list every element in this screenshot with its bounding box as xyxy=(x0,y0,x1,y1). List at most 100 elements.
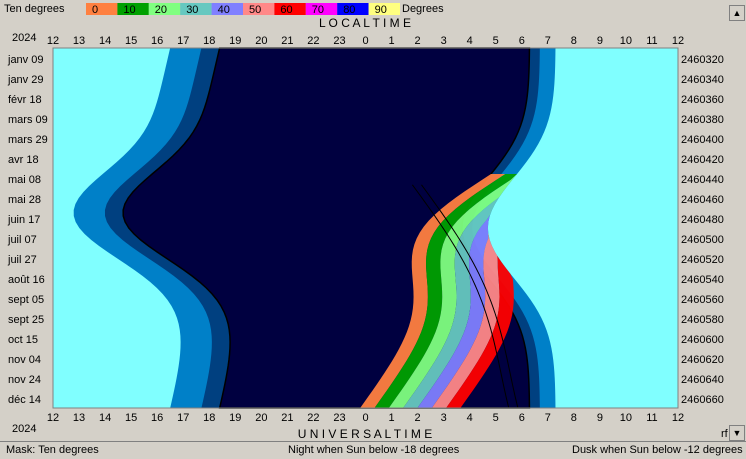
local-time-title: L O C A L T I M E xyxy=(319,16,411,30)
y-tick-date: juin 17 xyxy=(7,214,40,226)
y-tick-jd: 2460500 xyxy=(681,234,724,246)
y-tick-date: janv 09 xyxy=(7,54,43,66)
status-night: Night when Sun below -18 degrees xyxy=(288,444,460,456)
x-tick-top: 10 xyxy=(620,35,632,47)
x-tick-top: 6 xyxy=(519,35,525,47)
x-tick-bottom: 12 xyxy=(672,412,684,424)
x-tick-top: 5 xyxy=(493,35,499,47)
legend-value: 40 xyxy=(218,4,230,16)
y-tick-jd: 2460580 xyxy=(681,314,724,326)
x-tick-bottom: 14 xyxy=(99,412,111,424)
y-tick-date: mars 09 xyxy=(8,114,48,126)
y-tick-jd: 2460560 xyxy=(681,294,724,306)
y-tick-jd: 2460640 xyxy=(681,374,724,386)
legend-value: 30 xyxy=(186,4,198,16)
x-tick-bottom: 18 xyxy=(203,412,215,424)
x-tick-top: 20 xyxy=(255,35,267,47)
x-tick-top: 1 xyxy=(388,35,394,47)
y-tick-jd: 2460360 xyxy=(681,94,724,106)
x-tick-top: 11 xyxy=(646,35,657,47)
x-tick-top: 7 xyxy=(545,35,551,47)
x-tick-top: 21 xyxy=(281,35,293,47)
legend-value: 80 xyxy=(343,4,355,16)
y-tick-jd: 2460320 xyxy=(681,54,724,66)
x-tick-bottom: 15 xyxy=(125,412,137,424)
x-tick-bottom: 13 xyxy=(73,412,85,424)
status-dusk: Dusk when Sun below -12 degrees xyxy=(572,444,743,456)
y-tick-date: sept 25 xyxy=(8,314,44,326)
legend-unit: Degrees xyxy=(402,3,444,15)
y-tick-date: mai 08 xyxy=(8,174,41,186)
legend-value: 20 xyxy=(155,4,167,16)
x-tick-bottom: 3 xyxy=(441,412,447,424)
status-bar: Mask: Ten degrees Night when Sun below -… xyxy=(0,441,746,459)
x-tick-bottom: 12 xyxy=(47,412,59,424)
y-tick-jd: 2460540 xyxy=(681,274,724,286)
x-tick-bottom: 9 xyxy=(597,412,603,424)
y-tick-jd: 2460440 xyxy=(681,174,724,186)
legend-title: Ten degrees xyxy=(4,3,65,15)
night-sky-chart: 0 10 20 30 40 50 60 70 80 90L O C A L T I M EU N … xyxy=(0,3,730,441)
legend-value: 90 xyxy=(375,4,387,16)
x-tick-bottom: 11 xyxy=(646,412,657,424)
x-tick-top: 14 xyxy=(99,35,111,47)
y-tick-jd: 2460600 xyxy=(681,334,724,346)
y-tick-jd: 2460520 xyxy=(681,254,724,266)
y-tick-date: nov 24 xyxy=(8,374,41,386)
y-tick-jd: 2460380 xyxy=(681,114,724,126)
y-tick-jd: 2460340 xyxy=(681,74,724,86)
x-tick-top: 23 xyxy=(333,35,345,47)
scroll-down-button[interactable]: ▼ xyxy=(729,425,745,441)
x-tick-top: 17 xyxy=(177,35,189,47)
x-tick-bottom: 6 xyxy=(519,412,525,424)
y-tick-date: oct 15 xyxy=(8,334,38,346)
x-tick-top: 3 xyxy=(441,35,447,47)
y-tick-date: juil 07 xyxy=(7,234,37,246)
legend-value: 50 xyxy=(249,4,261,16)
legend-value: 70 xyxy=(312,4,324,16)
x-tick-top: 4 xyxy=(467,35,473,47)
year-label-bottom: 2024 xyxy=(12,423,36,435)
x-tick-bottom: 22 xyxy=(307,412,319,424)
y-tick-date: févr 18 xyxy=(8,94,42,106)
y-tick-date: sept 05 xyxy=(8,294,44,306)
year-label-top: 2024 xyxy=(12,32,36,44)
y-tick-date: juil 27 xyxy=(7,254,37,266)
x-tick-top: 16 xyxy=(151,35,163,47)
x-tick-top: 22 xyxy=(307,35,319,47)
y-tick-date: janv 29 xyxy=(7,74,43,86)
x-tick-top: 13 xyxy=(73,35,85,47)
x-tick-top: 8 xyxy=(571,35,577,47)
y-tick-jd: 2460420 xyxy=(681,154,724,166)
x-tick-top: 15 xyxy=(125,35,137,47)
x-tick-top: 18 xyxy=(203,35,215,47)
y-tick-jd: 2460620 xyxy=(681,354,724,366)
x-tick-bottom: 5 xyxy=(493,412,499,424)
y-tick-date: mars 29 xyxy=(8,134,48,146)
x-tick-bottom: 8 xyxy=(571,412,577,424)
x-tick-bottom: 16 xyxy=(151,412,163,424)
x-tick-bottom: 23 xyxy=(333,412,345,424)
x-tick-top: 19 xyxy=(229,35,241,47)
x-tick-top: 12 xyxy=(47,35,59,47)
x-tick-top: 2 xyxy=(415,35,421,47)
y-tick-jd: 2460400 xyxy=(681,134,724,146)
x-tick-top: 9 xyxy=(597,35,603,47)
status-mask: Mask: Ten degrees xyxy=(6,444,99,456)
corner-label: rf xyxy=(721,428,728,440)
legend-swatch xyxy=(86,3,118,15)
legend-value: 0 xyxy=(92,4,98,16)
x-tick-bottom: 7 xyxy=(545,412,551,424)
y-tick-jd: 2460480 xyxy=(681,214,724,226)
scroll-up-button[interactable]: ▲ xyxy=(729,5,745,21)
x-tick-bottom: 20 xyxy=(255,412,267,424)
y-tick-date: mai 28 xyxy=(8,194,41,206)
x-tick-top: 12 xyxy=(672,35,684,47)
x-tick-bottom: 2 xyxy=(415,412,421,424)
x-tick-top: 0 xyxy=(362,35,368,47)
y-tick-date: nov 04 xyxy=(8,354,41,366)
y-tick-date: août 16 xyxy=(8,274,45,286)
y-tick-date: avr 18 xyxy=(8,154,39,166)
x-tick-bottom: 10 xyxy=(620,412,632,424)
x-tick-bottom: 1 xyxy=(388,412,394,424)
